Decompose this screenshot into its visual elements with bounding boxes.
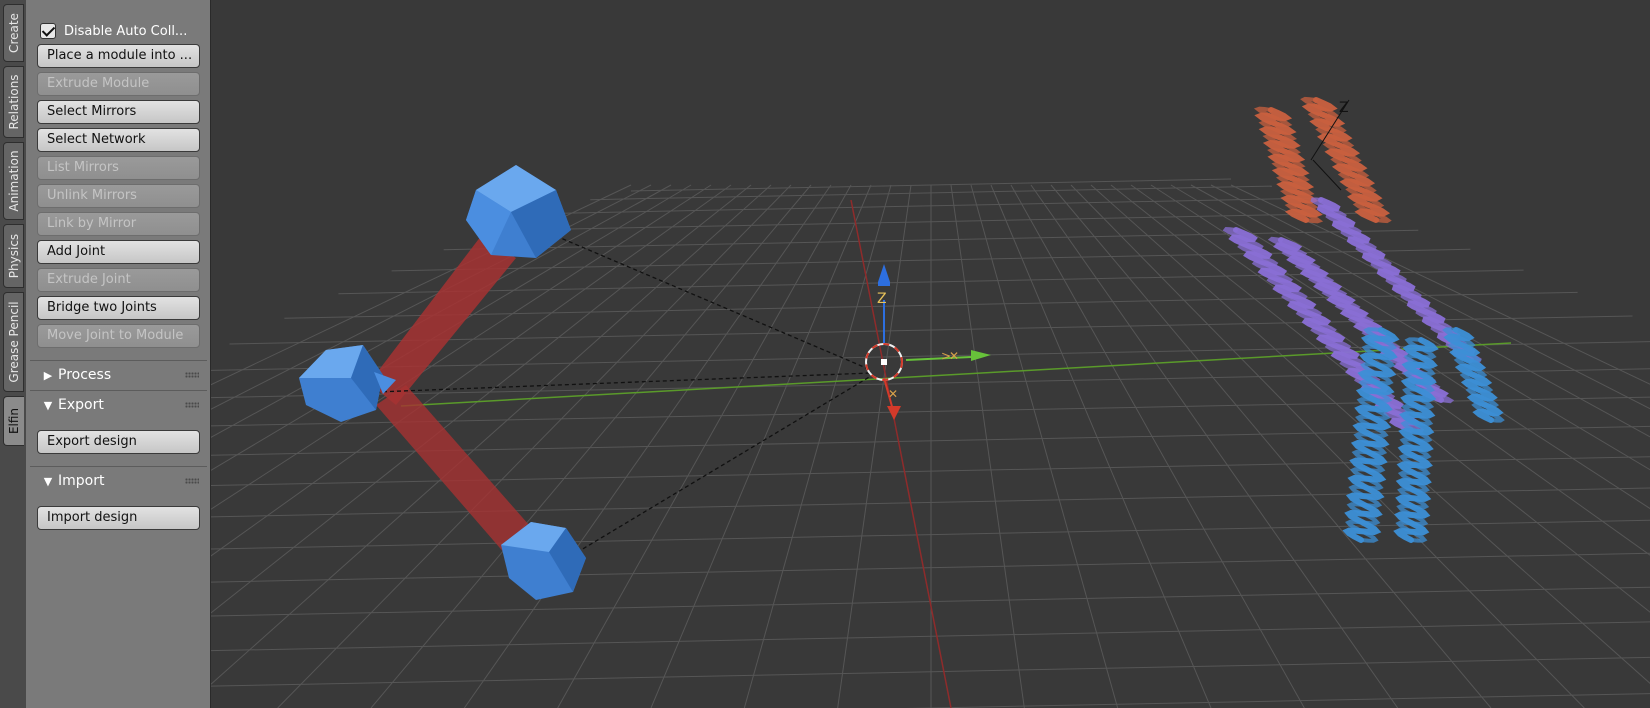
import-section-header[interactable]: ▼ Import <box>30 467 207 495</box>
export-section-label: Export <box>58 397 104 413</box>
triangle-down-icon: ▼ <box>43 474 53 488</box>
z-axis-label: Z <box>877 291 887 307</box>
select-network-button[interactable]: Select Network <box>37 128 200 152</box>
viewport-canvas[interactable]: Z > ✕ ✕ Z <box>211 0 1650 708</box>
process-section-label: Process <box>58 367 112 383</box>
elfin-tool-panel: Disable Auto Coll... Place a module into… <box>26 0 211 708</box>
tab-relations-label: Relations <box>6 74 21 130</box>
svg-text:✕: ✕ <box>888 387 898 401</box>
unlink-mirrors-button[interactable]: Unlink Mirrors <box>37 184 200 208</box>
disable-auto-collision-label: Disable Auto Coll... <box>64 23 188 39</box>
tab-physics-label: Physics <box>6 233 21 279</box>
link-by-mirror-button[interactable]: Link by Mirror <box>37 212 200 236</box>
3d-cursor: Z > ✕ ✕ <box>865 264 991 420</box>
tab-elfin[interactable]: Elfin <box>3 396 24 446</box>
add-joint-button[interactable]: Add Joint <box>37 240 200 264</box>
select-mirrors-button[interactable]: Select Mirrors <box>37 100 200 124</box>
list-mirrors-button[interactable]: List Mirrors <box>37 156 200 180</box>
move-joint-to-module-button[interactable]: Move Joint to Module <box>37 324 200 348</box>
extrude-joint-button[interactable]: Extrude Joint <box>37 268 200 292</box>
import-design-button[interactable]: Import design <box>37 506 200 530</box>
svg-text:✕: ✕ <box>949 349 959 363</box>
export-design-button[interactable]: Export design <box>37 430 200 454</box>
drag-grip-icon[interactable] <box>185 372 199 378</box>
tab-animation-label: Animation <box>6 150 21 212</box>
import-section-label: Import <box>58 473 105 489</box>
tool-shelf-tabs: Create Relations Animation Physics Greas… <box>0 0 26 708</box>
3d-viewport[interactable]: Z > ✕ ✕ Z <box>211 0 1650 708</box>
tab-elfin-label: Elfin <box>7 407 21 435</box>
place-module-button[interactable]: Place a module into ... <box>37 44 200 68</box>
tab-create[interactable]: Create <box>3 4 24 62</box>
tab-grease-pencil[interactable]: Grease Pencil <box>3 292 24 392</box>
drag-grip-icon[interactable] <box>185 402 199 408</box>
disable-auto-collision-toggle[interactable]: Disable Auto Coll... <box>40 20 187 42</box>
extrude-module-button[interactable]: Extrude Module <box>37 72 200 96</box>
drag-grip-icon[interactable] <box>185 478 199 484</box>
tab-animation[interactable]: Animation <box>3 142 24 220</box>
x-axis-line <box>850 199 952 708</box>
tab-grease-pencil-label: Grease Pencil <box>6 301 21 383</box>
bridge-two-joints-button[interactable]: Bridge two Joints <box>37 296 200 320</box>
tab-physics[interactable]: Physics <box>3 224 24 288</box>
process-section-header[interactable]: ▶ Process <box>30 361 207 389</box>
disable-auto-collision-checkbox[interactable] <box>40 23 56 39</box>
export-section-header[interactable]: ▼ Export <box>30 391 207 419</box>
triangle-right-icon: ▶ <box>43 368 53 382</box>
tab-relations[interactable]: Relations <box>3 66 24 138</box>
tab-create-label: Create <box>6 13 21 53</box>
triangle-down-icon: ▼ <box>43 398 53 412</box>
